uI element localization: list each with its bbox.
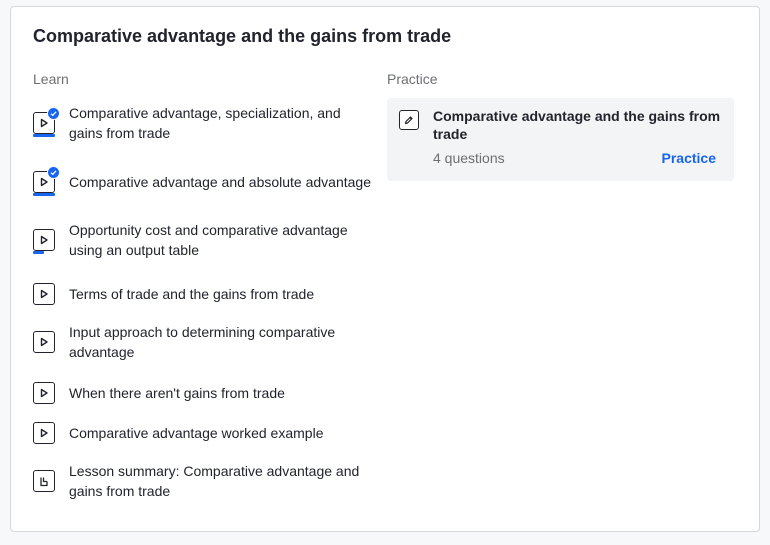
checkmark-icon (47, 166, 60, 179)
progress-bar (33, 251, 44, 254)
play-icon (33, 382, 55, 404)
learn-item[interactable]: Comparative advantage worked example (33, 422, 373, 444)
play-icon (33, 422, 55, 444)
article-icon (33, 470, 55, 492)
learn-item-label[interactable]: Terms of trade and the gains from trade (69, 284, 314, 304)
learn-item[interactable]: Comparative advantage and absolute advan… (33, 162, 373, 202)
learn-item[interactable]: Terms of trade and the gains from trade (33, 283, 373, 305)
content-icon-wrap (33, 382, 55, 404)
practice-question-count: 4 questions (433, 150, 505, 166)
unit-card: Comparative advantage and the gains from… (10, 6, 760, 532)
learn-item-label[interactable]: Comparative advantage, specialization, a… (69, 103, 373, 143)
content-icon-wrap (33, 229, 55, 254)
play-icon (33, 331, 55, 353)
content-icon-wrap (33, 331, 55, 353)
progress-bar (33, 134, 55, 137)
learn-item[interactable]: Lesson summary: Comparative advantage an… (33, 461, 373, 501)
learn-item-label[interactable]: Opportunity cost and comparative advanta… (69, 220, 373, 260)
learn-item-label[interactable]: Input approach to determining comparativ… (69, 322, 373, 362)
play-icon (33, 283, 55, 305)
practice-heading: Practice (387, 71, 438, 87)
learn-item-label[interactable]: When there aren't gains from trade (69, 383, 285, 403)
content-icon-wrap (33, 422, 55, 444)
content-icon-wrap (33, 107, 60, 137)
content-icon-wrap (33, 470, 55, 492)
learn-heading: Learn (33, 71, 69, 87)
learn-item[interactable]: Comparative advantage, specialization, a… (33, 103, 373, 143)
learn-item-label[interactable]: Lesson summary: Comparative advantage an… (69, 461, 373, 501)
play-icon (33, 229, 55, 251)
practice-title[interactable]: Comparative advantage and the gains from… (433, 107, 723, 143)
pencil-icon (399, 110, 419, 130)
learn-item-label[interactable]: Comparative advantage and absolute advan… (69, 172, 371, 192)
content-icon-wrap (33, 166, 60, 196)
learn-item[interactable]: When there aren't gains from trade (33, 382, 373, 404)
learn-item[interactable]: Opportunity cost and comparative advanta… (33, 220, 373, 260)
practice-card[interactable]: Comparative advantage and the gains from… (387, 98, 734, 181)
learn-item[interactable]: Input approach to determining comparativ… (33, 322, 373, 362)
checkmark-icon (47, 107, 60, 120)
progress-bar (33, 193, 55, 196)
learn-item-label[interactable]: Comparative advantage worked example (69, 423, 323, 443)
practice-button[interactable]: Practice (662, 150, 716, 166)
content-icon-wrap (33, 283, 55, 305)
unit-title: Comparative advantage and the gains from… (33, 26, 452, 46)
